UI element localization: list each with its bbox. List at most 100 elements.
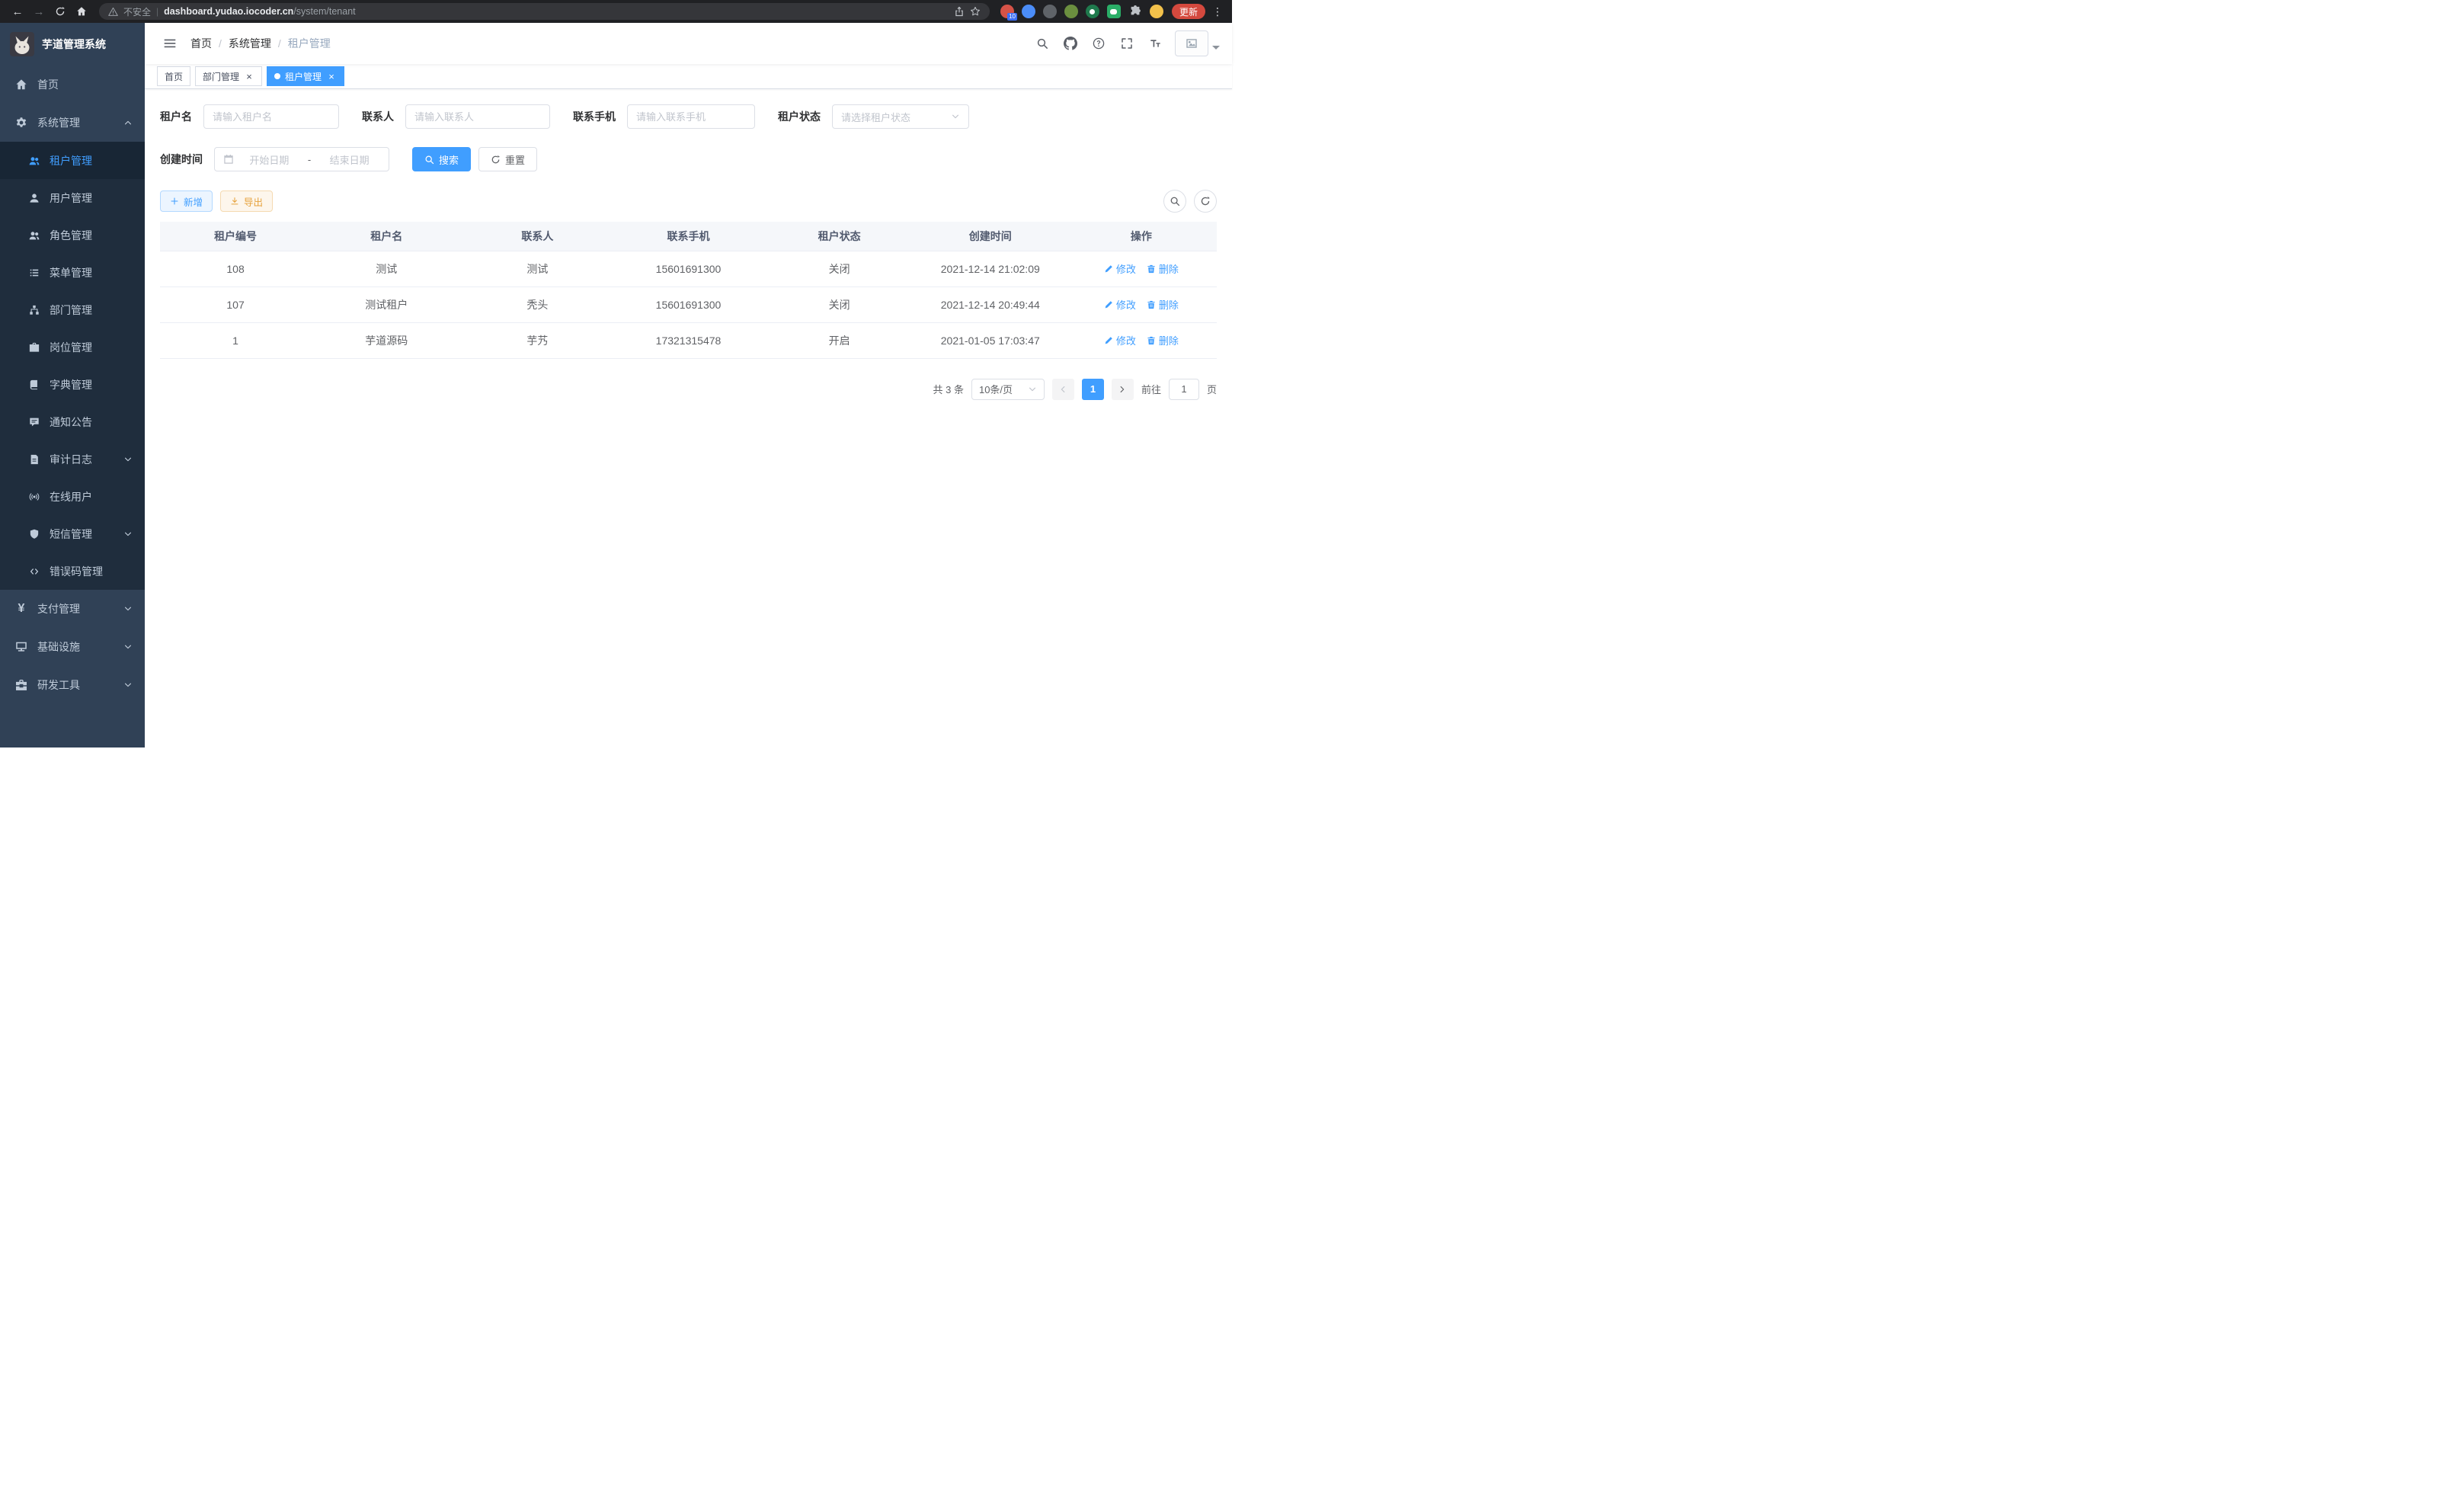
chevron-down-icon	[123, 604, 133, 613]
tags-view: 首页 部门管理 × 租户管理 ×	[145, 64, 1232, 89]
search-icon	[1170, 196, 1180, 206]
document-icon	[29, 454, 40, 465]
browser-back-button[interactable]: ←	[8, 2, 27, 21]
font-size-button[interactable]	[1147, 35, 1163, 52]
bookmark-star-button[interactable]	[970, 6, 981, 17]
browser-extension-icon[interactable]	[1107, 5, 1121, 18]
browser-home-button[interactable]	[72, 2, 91, 21]
sidebar-item-role[interactable]: 角色管理	[0, 216, 145, 254]
sidebar-item-post[interactable]: 岗位管理	[0, 328, 145, 366]
close-icon[interactable]: ×	[244, 71, 254, 82]
tenant-status-select[interactable]: 请选择租户状态	[832, 104, 969, 129]
sidebar-item-tenant[interactable]: 租户管理	[0, 142, 145, 179]
sidebar-item-dev-tools[interactable]: 研发工具	[0, 666, 145, 704]
edit-link[interactable]: 修改	[1104, 297, 1136, 312]
breadcrumb-separator: /	[219, 37, 222, 50]
sidebar-item-home[interactable]: 首页	[0, 66, 145, 104]
contact-input[interactable]	[414, 111, 541, 123]
edit-link[interactable]: 修改	[1104, 261, 1136, 276]
filter-create-time: 创建时间 开始日期 - 结束日期	[160, 147, 389, 171]
next-page-button[interactable]	[1112, 379, 1134, 400]
goto-page-input[interactable]	[1169, 379, 1199, 400]
share-button[interactable]	[954, 6, 965, 17]
broken-image-icon	[1186, 37, 1198, 50]
sidebar-item-dept[interactable]: 部门管理	[0, 291, 145, 328]
cell-created: 2021-01-05 17:03:47	[915, 322, 1066, 358]
help-button[interactable]	[1090, 35, 1107, 52]
toggle-search-button[interactable]	[1163, 190, 1186, 213]
github-link[interactable]	[1062, 35, 1079, 52]
address-bar[interactable]: 不安全 | dashboard.yudao.iocoder.cn/system/…	[99, 3, 990, 20]
extensions-menu-button[interactable]	[1129, 5, 1141, 18]
tab-tenant-management[interactable]: 租户管理 ×	[267, 66, 344, 86]
browser-extension-icon[interactable]	[1022, 5, 1035, 18]
browser-extension-icon[interactable]	[1043, 5, 1057, 18]
delete-link[interactable]: 删除	[1147, 333, 1179, 347]
browser-forward-button[interactable]: →	[29, 2, 49, 21]
export-button[interactable]: 导出	[220, 190, 273, 212]
user-icon	[29, 193, 40, 203]
create-time-range-picker[interactable]: 开始日期 - 结束日期	[214, 147, 389, 171]
filter-status: 租户状态 请选择租户状态	[778, 104, 969, 129]
sidebar-item-user[interactable]: 用户管理	[0, 179, 145, 216]
filter-form-row-2: 创建时间 开始日期 - 结束日期 搜索 重置	[160, 147, 1217, 171]
trash-icon	[1147, 264, 1156, 274]
filter-contact: 联系人	[362, 104, 550, 129]
logo[interactable]: 芋道管理系统	[0, 23, 145, 66]
search-button[interactable]: 搜索	[412, 147, 471, 171]
browser-extension-icon[interactable]	[1064, 5, 1078, 18]
browser-extension-icon[interactable]: 10	[1000, 5, 1014, 18]
browser-extension-icon[interactable]	[1086, 5, 1099, 18]
fullscreen-button[interactable]	[1118, 35, 1135, 52]
chevron-down-icon	[123, 642, 133, 651]
system-submenu: 租户管理 用户管理 角色管理 菜单管理 部门管理	[0, 142, 145, 590]
top-navbar: 首页 / 系统管理 / 租户管理	[145, 23, 1232, 64]
header-search-button[interactable]	[1034, 35, 1051, 52]
refresh-table-button[interactable]	[1194, 190, 1217, 213]
prev-page-button[interactable]	[1052, 379, 1074, 400]
puzzle-icon	[1129, 5, 1141, 18]
page-size-select[interactable]: 10条/页	[971, 379, 1045, 400]
github-icon	[1064, 37, 1077, 50]
sidebar-item-dict[interactable]: 字典管理	[0, 366, 145, 403]
hamburger-icon	[163, 37, 177, 50]
browser-profile-avatar[interactable]	[1150, 5, 1163, 18]
sidebar-item-error-code[interactable]: 错误码管理	[0, 552, 145, 590]
col-contact: 联系人	[462, 222, 613, 251]
close-icon[interactable]: ×	[326, 71, 337, 82]
cell-created: 2021-12-14 20:49:44	[915, 287, 1066, 322]
reset-button[interactable]: 重置	[478, 147, 537, 171]
breadcrumb-system[interactable]: 系统管理	[229, 36, 271, 51]
app-title: 芋道管理系统	[42, 37, 106, 52]
tab-dept-management[interactable]: 部门管理 ×	[195, 66, 262, 86]
sidebar-item-payment[interactable]: ¥ 支付管理	[0, 590, 145, 628]
phone-input[interactable]	[636, 111, 746, 123]
sidebar-item-menu[interactable]: 菜单管理	[0, 254, 145, 291]
sidebar-item-notice[interactable]: 通知公告	[0, 403, 145, 440]
sidebar-item-infrastructure[interactable]: 基础设施	[0, 628, 145, 666]
sidebar-item-audit-log[interactable]: 审计日志	[0, 440, 145, 478]
page-number-button[interactable]: 1	[1082, 379, 1104, 400]
edit-link[interactable]: 修改	[1104, 333, 1136, 347]
table-row: 1 芋道源码 芋艿 17321315478 开启 2021-01-05 17:0…	[160, 322, 1217, 358]
sidebar-item-system[interactable]: 系统管理	[0, 104, 145, 142]
sidebar-item-sms[interactable]: 短信管理	[0, 515, 145, 552]
browser-update-button[interactable]: 更新	[1172, 4, 1205, 19]
cat-avatar-icon	[10, 32, 34, 56]
font-size-icon	[1149, 37, 1161, 50]
breadcrumb-home[interactable]: 首页	[190, 36, 212, 51]
browser-reload-button[interactable]	[50, 2, 70, 21]
extension-badge: 10	[1007, 13, 1017, 21]
add-button[interactable]: 新增	[160, 190, 213, 212]
tab-home[interactable]: 首页	[157, 66, 190, 86]
goto-label: 前往	[1141, 382, 1161, 396]
sidebar-item-online-users[interactable]: 在线用户	[0, 478, 145, 515]
user-avatar-dropdown[interactable]	[1175, 30, 1220, 56]
sidebar-collapse-button[interactable]	[157, 30, 183, 56]
delete-link[interactable]: 删除	[1147, 297, 1179, 312]
delete-link[interactable]: 删除	[1147, 261, 1179, 276]
filter-tenant-name: 租户名	[160, 104, 339, 129]
tenant-name-input[interactable]	[213, 111, 330, 123]
shield-icon	[29, 529, 40, 539]
browser-menu-button[interactable]: ⋮	[1211, 5, 1224, 18]
